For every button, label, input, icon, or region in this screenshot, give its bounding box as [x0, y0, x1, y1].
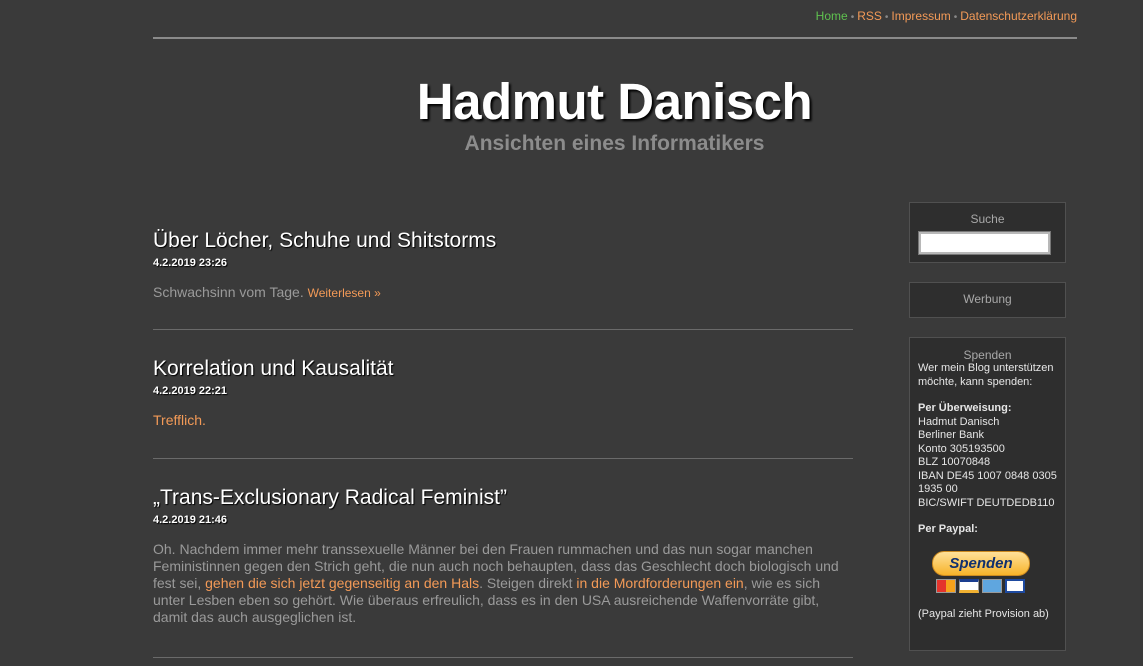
post-list: Über Löcher, Schuhe und Shitstorms 4.2.2…	[153, 216, 853, 658]
payment-cards	[936, 578, 1065, 595]
post-excerpt: Schwachsinn vom Tage. Weiterlesen »	[153, 284, 853, 302]
nav-separator: •	[953, 12, 958, 23]
post-title[interactable]: Über Löcher, Schuhe und Shitstorms	[153, 226, 853, 256]
paypal-donate-button[interactable]: Spenden	[932, 550, 1030, 576]
nav-separator: •	[884, 12, 889, 23]
post-text: . Steigen direkt	[479, 575, 577, 591]
header-divider	[153, 37, 1077, 39]
transfer-label: Per Überweisung:	[918, 402, 1012, 414]
post-excerpt: Oh. Nachdem immer mehr transsexuelle Män…	[153, 541, 853, 626]
paypal-note: (Paypal zieht Provision ab)	[918, 607, 1049, 620]
post-item: Über Löcher, Schuhe und Shitstorms 4.2.2…	[153, 216, 853, 330]
post-text: Schwachsinn vom Tage.	[153, 284, 304, 300]
iban-line-1: IBAN DE45 1007 0848 0305	[918, 469, 1057, 482]
post-excerpt: Trefflich.	[153, 412, 853, 429]
post-date: 4.2.2019 22:21	[153, 385, 228, 397]
donate-widget-title: Spenden	[963, 348, 1012, 362]
site-subtitle: Ansichten eines Informatikers	[464, 132, 765, 155]
paypal-label: Per Paypal:	[918, 523, 978, 535]
post-date: 4.2.2019 23:26	[153, 257, 228, 269]
site-title[interactable]: Hadmut Danisch	[0, 72, 1143, 132]
top-navigation: Home • RSS • Impressum • Datenschutzerklärung	[816, 9, 1077, 25]
bank-account-number: Konto 305193500	[918, 442, 1005, 455]
post-title[interactable]: „Trans-Exclusionary Radical Feminist”	[153, 483, 853, 513]
post-item: Korrelation und Kausalität 4.2.2019 22:2…	[153, 330, 853, 459]
bank-code: BLZ 10070848	[918, 456, 991, 468]
search-widget: Suche	[909, 202, 1066, 263]
search-input[interactable]	[918, 231, 1051, 255]
post-date: 4.2.2019 21:46	[153, 514, 228, 526]
nav-impressum-link[interactable]: Impressum	[891, 9, 950, 23]
search-widget-title: Suche	[970, 212, 1005, 226]
mastercard-icon	[936, 578, 956, 593]
nav-rss-link[interactable]: RSS	[857, 9, 882, 23]
post-link-mordforderungen[interactable]: in die Mordforderungen ein	[576, 575, 743, 591]
donate-details: Wer mein Blog unterstützen möchte, kann …	[910, 362, 1065, 537]
donate-widget: Spenden Wer mein Blog unterstützen möcht…	[909, 337, 1066, 651]
bic: BIC/SWIFT DEUTDEDB110	[918, 496, 1055, 509]
post-link-hals[interactable]: gehen die sich jetzt gegenseitig an den …	[205, 575, 479, 591]
donate-intro: Wer mein Blog unterstützen möchte, kann …	[918, 362, 1054, 388]
nav-home-link[interactable]: Home	[816, 9, 848, 23]
ec-card-icon	[1005, 578, 1025, 593]
visa-icon	[959, 578, 979, 593]
amex-icon	[982, 578, 1002, 593]
post-item: „Trans-Exclusionary Radical Feminist” 4.…	[153, 459, 853, 658]
read-more-link[interactable]: Weiterlesen »	[308, 286, 381, 300]
ads-widget: Werbung	[909, 282, 1066, 318]
post-link[interactable]: Trefflich.	[153, 412, 206, 428]
nav-separator: •	[850, 12, 855, 23]
ads-widget-title: Werbung	[963, 292, 1012, 306]
iban-line-2: 1935 00	[918, 483, 958, 495]
nav-datenschutz-link[interactable]: Datenschutzerklärung	[960, 9, 1077, 23]
post-title[interactable]: Korrelation und Kausalität	[153, 354, 853, 384]
bank-name: Berliner Bank	[918, 429, 985, 441]
bank-account-name: Hadmut Danisch	[918, 415, 1000, 428]
